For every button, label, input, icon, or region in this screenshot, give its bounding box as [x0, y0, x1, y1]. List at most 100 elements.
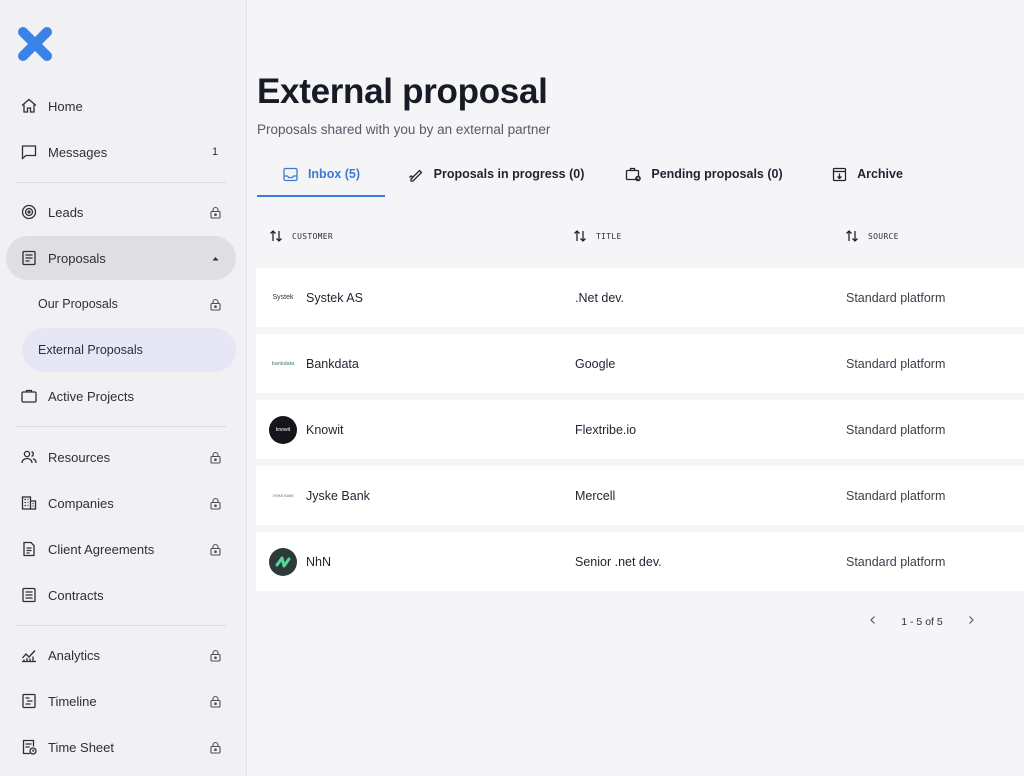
lock-icon [200, 206, 230, 219]
company-logo: JYSKE BANK [272, 493, 294, 498]
briefcase-icon [20, 387, 38, 405]
proposal-source: Standard platform [846, 488, 946, 503]
chevron-left-icon [870, 616, 875, 624]
customer-name: Knowit [306, 422, 344, 437]
proposal-source: Standard platform [846, 290, 946, 305]
table-row[interactable]: knowit Knowit Flextribe.io Standard plat… [256, 400, 1024, 459]
proposal-title: Mercell [575, 488, 616, 503]
chart-icon [20, 646, 38, 664]
sidebar-subitem-label: Our Proposals [38, 297, 118, 311]
tab-inbox[interactable]: Inbox (5) [257, 152, 385, 197]
sidebar-item-time-sheet[interactable]: Time Sheet [6, 725, 236, 769]
sidebar-item-timeline[interactable]: Timeline [6, 679, 236, 723]
sidebar-item-label: Home [48, 98, 83, 114]
sidebar-item-proposals[interactable]: Proposals [6, 236, 236, 280]
target-icon [20, 203, 38, 221]
sidebar-item-active-projects[interactable]: Active Projects [6, 374, 236, 418]
sidebar-item-label: Timeline [48, 693, 97, 709]
sort-icon [846, 230, 858, 242]
sidebar-item-messages[interactable]: Messages 1 [6, 130, 236, 174]
table-row[interactable]: Systek Systek AS .Net dev. Standard plat… [256, 268, 1024, 327]
tab-proposals-in-progress[interactable]: Proposals in progress (0) [401, 152, 591, 196]
column-label: SOURCE [868, 231, 899, 241]
app-logo[interactable] [16, 26, 54, 62]
sidebar-item-label: Analytics [48, 647, 101, 663]
home-icon [20, 97, 38, 115]
tab-label: Archive [857, 167, 903, 181]
proposal-title: Google [575, 356, 616, 371]
table-row[interactable]: NhN Senior .net dev. Standard platform [256, 532, 1024, 591]
sidebar-subitem-our-proposals[interactable]: Our Proposals [22, 282, 236, 326]
sidebar-item-home[interactable]: Home [6, 84, 236, 128]
people-icon [20, 448, 38, 466]
timesheet-icon [20, 738, 38, 756]
chevron-right-icon [969, 616, 974, 624]
sidebar-item-analytics[interactable]: Analytics [6, 633, 236, 677]
column-header-title[interactable]: TITLE [572, 218, 622, 254]
sidebar-item-label: Client Agreements [48, 541, 155, 557]
prev-page-button[interactable] [867, 613, 879, 631]
customer-name: Jyske Bank [306, 488, 370, 503]
pending-briefcase-icon [626, 167, 642, 181]
sort-icon [574, 230, 586, 242]
tab-pending-proposals[interactable]: Pending proposals (0) [619, 152, 789, 196]
list-doc-icon [20, 586, 38, 604]
pagination-text: 1 - 5 of 5 [901, 616, 943, 628]
unread-count-badge: 1 [211, 146, 219, 158]
sidebar-item-label: Messages [48, 144, 108, 160]
pagination: 1 - 5 of 5 [867, 610, 977, 634]
building-icon [20, 494, 38, 512]
sort-icon [270, 230, 282, 242]
message-icon [20, 143, 38, 161]
main-content: External proposal Proposals shared with … [247, 0, 1024, 776]
proposal-source: Standard platform [846, 422, 946, 437]
sidebar-item-contracts[interactable]: Contracts [6, 573, 236, 617]
sidebar-item-label: Active Projects [48, 388, 134, 404]
column-label: CUSTOMER [292, 231, 333, 241]
caret-up-icon [200, 252, 230, 265]
tab-label: Proposals in progress (0) [433, 167, 585, 181]
column-label: TITLE [596, 231, 622, 241]
proposal-source: Standard platform [846, 356, 946, 371]
sidebar-divider [16, 625, 226, 626]
proposal-title: Senior .net dev. [575, 554, 662, 569]
document-icon [20, 249, 38, 267]
lock-icon [200, 451, 230, 464]
next-page-button[interactable] [965, 613, 977, 631]
inbox-icon [283, 167, 298, 181]
customer-name: Systek AS [306, 290, 363, 305]
sidebar-item-label: Proposals [48, 250, 106, 266]
tab-label: Inbox (5) [307, 167, 361, 181]
sidebar-item-label: Leads [48, 204, 84, 220]
proposal-title: Flextribe.io [575, 422, 637, 437]
proposal-title: .Net dev. [575, 290, 625, 305]
tab-bar: Inbox (5) Proposals in progress (0) Pend… [257, 152, 1024, 198]
company-logo [269, 547, 297, 576]
archive-icon [832, 167, 847, 181]
tab-archive[interactable]: Archive [817, 152, 917, 196]
lock-icon [200, 298, 230, 311]
sidebar-item-label: Contracts [48, 587, 104, 603]
sidebar-item-resources[interactable]: Resources [6, 435, 236, 479]
column-header-customer[interactable]: CUSTOMER [268, 218, 333, 254]
timeline-icon [20, 692, 38, 710]
sidebar-item-leads[interactable]: Leads [6, 190, 236, 234]
column-header-source[interactable]: SOURCE [844, 218, 899, 254]
sidebar-item-client-agreements[interactable]: Client Agreements [6, 527, 236, 571]
sidebar-item-label: Resources [48, 449, 111, 465]
lock-icon [200, 497, 230, 510]
file-icon [20, 540, 38, 558]
page-subtitle: Proposals shared with you by an external… [257, 122, 551, 137]
customer-name: NhN [306, 554, 332, 569]
sidebar-item-label: Time Sheet [48, 739, 114, 755]
sidebar-item-companies[interactable]: Companies [6, 481, 236, 525]
sidebar-item-label: Companies [48, 495, 114, 511]
table-row[interactable]: bankdata Bankdata Google Standard platfo… [256, 334, 1024, 393]
sidebar-subitem-external-proposals[interactable]: External Proposals [22, 328, 236, 372]
page-title: External proposal [257, 72, 548, 111]
sidebar: Home Messages 1 Leads Proposals Our Prop… [0, 0, 247, 776]
lock-icon [200, 695, 230, 708]
lock-icon [200, 741, 230, 754]
table-row[interactable]: JYSKE BANK Jyske Bank Mercell Standard p… [256, 466, 1024, 525]
company-logo: knowit [269, 415, 297, 444]
